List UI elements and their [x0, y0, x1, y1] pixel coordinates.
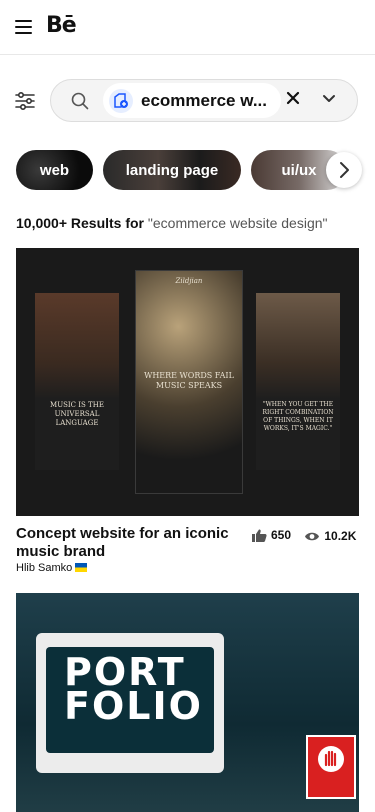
thumbnail-monitor: PORT FOLIO: [36, 633, 224, 773]
chevron-right-icon[interactable]: [326, 152, 362, 188]
behance-logo[interactable]: Bē: [46, 13, 77, 38]
search-icon: [71, 92, 89, 110]
thumbnail-mockup-left: MUSIC IS THE UNIVERSAL LANGUAGE: [35, 293, 119, 470]
appreciations-count: 650: [271, 528, 292, 542]
chevron-down-icon[interactable]: [322, 94, 336, 104]
ukraine-flag-icon: [75, 563, 88, 572]
search-query-pill[interactable]: ecommerce w...: [103, 83, 281, 118]
related-tags-row: web landing page ui/ux: [16, 150, 375, 190]
author-name[interactable]: Hlib Samko: [16, 562, 72, 574]
tag-chip-landing-page[interactable]: landing page: [103, 150, 241, 190]
thumbnail-word-bottom: FOLIO: [64, 684, 203, 728]
thumbnail-warning-sticker: [306, 735, 356, 799]
image-search-icon: [109, 89, 133, 113]
search-input[interactable]: ecommerce w...: [141, 91, 267, 111]
views-stat: 10.2K: [304, 529, 356, 543]
results-summary: 10,000+ Results for "ecommerce website d…: [16, 215, 327, 231]
thumbnail-text: "WHEN YOU GET THE RIGHT COMBINATION OF T…: [262, 401, 334, 432]
results-query: "ecommerce website design": [147, 215, 328, 231]
results-count: 10,000+ Results for: [16, 215, 145, 231]
search-bar[interactable]: ecommerce w...: [50, 79, 358, 122]
thumbnail-mockup-center: Zildjian WHERE WORDS FAIL MUSIC SPEAKS: [135, 270, 243, 494]
tag-chip-web[interactable]: web: [16, 150, 93, 190]
thumbnail-text: WHERE WORDS FAIL MUSIC SPEAKS: [144, 371, 234, 390]
thumbnail-screen: PORT FOLIO: [46, 647, 214, 753]
appreciations-stat: 650: [252, 528, 291, 542]
top-bar: Bē: [0, 0, 375, 55]
project-author[interactable]: Hlib Samko: [16, 562, 88, 574]
close-icon[interactable]: [286, 91, 300, 105]
thumbnail-mockup-right: "WHEN YOU GET THE RIGHT COMBINATION OF T…: [256, 293, 340, 470]
views-count: 10.2K: [324, 529, 357, 543]
thumbnail-brand: Zildjian: [175, 277, 203, 285]
menu-icon[interactable]: [15, 20, 32, 34]
project-stats: 650 10.2K: [252, 528, 366, 545]
thumbnail-text: MUSIC IS THE UNIVERSAL LANGUAGE: [50, 401, 104, 427]
sliders-icon[interactable]: [14, 90, 36, 112]
eye-icon: [305, 532, 320, 540]
project-thumbnail[interactable]: PORT FOLIO: [16, 593, 359, 812]
project-title[interactable]: Concept website for an iconic music bran…: [16, 525, 241, 561]
project-thumbnail[interactable]: MUSIC IS THE UNIVERSAL LANGUAGE Zildjian…: [16, 248, 359, 516]
thumbs-up-icon: [252, 529, 267, 542]
thumbnail-text: PORT FOLIO: [64, 653, 203, 728]
